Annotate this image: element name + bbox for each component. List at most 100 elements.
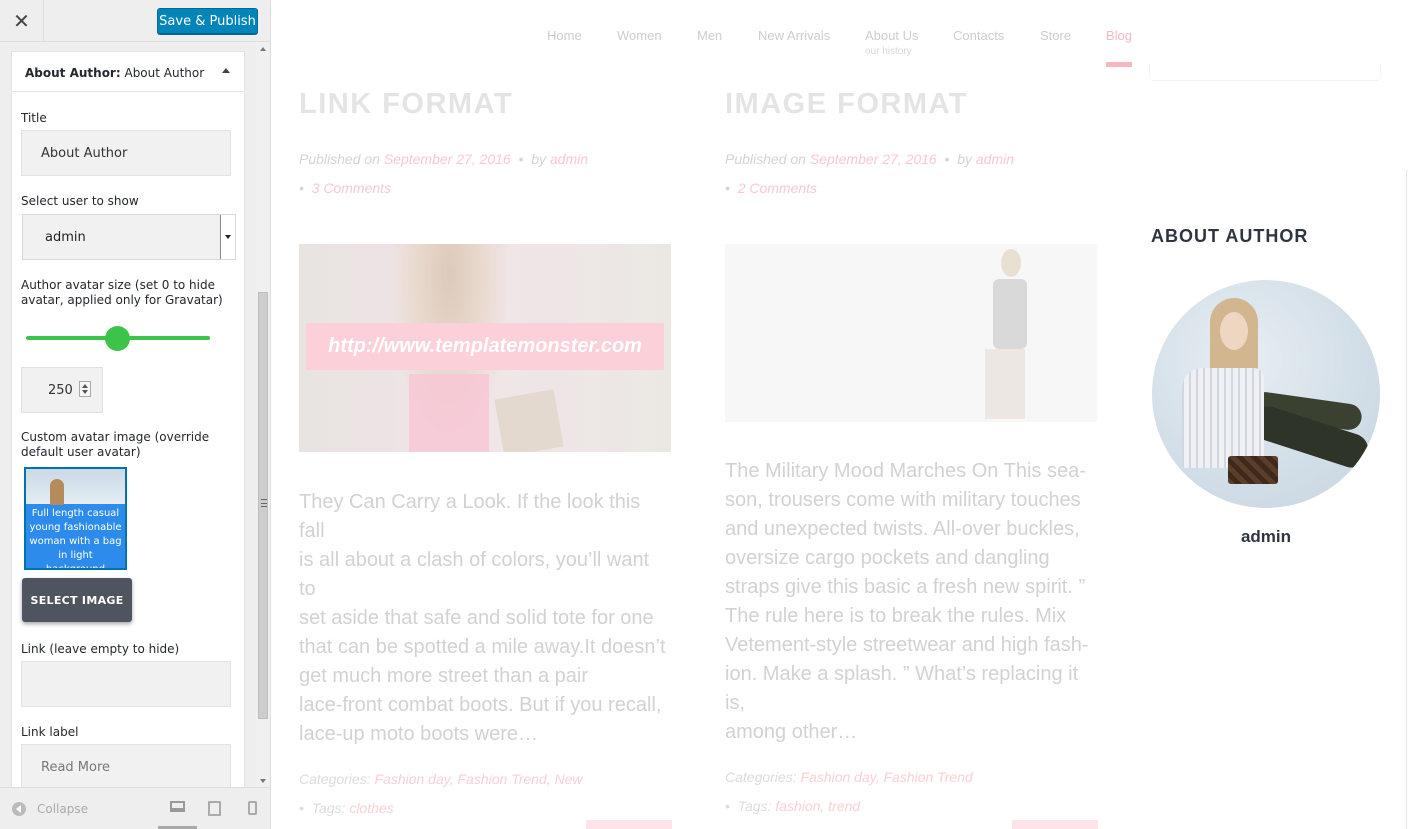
nav-about-us-sub: our history — [865, 46, 912, 57]
number-spinner[interactable] — [79, 381, 91, 397]
excerpt-line: is all about a clash of colors, you’ll w… — [299, 549, 650, 600]
main-nav: Home Women Men New Arrivals About Us our … — [271, 28, 1409, 68]
tablet-icon[interactable] — [208, 801, 221, 816]
chevron-down-icon[interactable] — [220, 215, 235, 259]
link-input[interactable] — [21, 661, 231, 707]
customizer-sidebar: ✕ Save & Publish About Author: About Aut… — [0, 0, 271, 829]
save-publish-button[interactable]: Save & Publish — [157, 8, 258, 34]
post-comments[interactable]: 2 Comments — [738, 180, 817, 196]
post-link-banner[interactable]: http://www.templatemonster.com — [306, 323, 664, 370]
excerpt-line: lace-up moto boots were… — [299, 723, 539, 745]
post-tags: • Tags: clothes — [299, 800, 394, 816]
scrollbar[interactable] — [256, 42, 270, 787]
excerpt-text: They Can Carry a Look. If the look this … — [299, 488, 671, 749]
excerpt-line: son, trousers come with military touches — [725, 489, 1081, 511]
nav-active-indicator — [1106, 62, 1132, 67]
widget-header-name: About Author — [124, 66, 205, 80]
nav-new-arrivals[interactable]: New Arrivals — [758, 28, 830, 43]
post-tag-links[interactable]: clothes — [349, 800, 393, 816]
avatar-thumbnail-image — [26, 469, 125, 505]
post-excerpt: The Military Mood Marches On This sea-so… — [725, 457, 1097, 821]
excerpt-line: straps give this basic a fresh new spiri… — [725, 576, 1086, 598]
post-category-links[interactable]: Fashion day, Fashion Trend, New — [374, 771, 582, 787]
post-categories: Categories: Fashion day, Fashion Trend, … — [299, 771, 583, 787]
slider-thumb[interactable] — [105, 326, 130, 351]
post-date[interactable]: September 27, 2016 — [384, 151, 511, 167]
post-title[interactable]: LINK FORMAT — [299, 88, 671, 121]
post-excerpt: They Can Carry a Look. If the look this … — [299, 488, 671, 823]
post-meta: Published on September 27, 2016 • by adm… — [725, 151, 1015, 196]
excerpt-line: oversize cargo pockets and dangling — [725, 547, 1050, 569]
excerpt-line: set aside that safe and solid tote for o… — [299, 607, 654, 629]
mobile-icon[interactable] — [248, 801, 257, 815]
collapse-label: Collapse — [37, 802, 88, 816]
excerpt-line: Vetement-style streetwear and high fash- — [725, 634, 1089, 656]
post-date[interactable]: September 27, 2016 — [810, 151, 937, 167]
post-category-links[interactable]: Fashion day, Fashion Trend — [800, 769, 972, 785]
customizer-header: ✕ Save & Publish — [0, 0, 270, 42]
collapse-icon — [12, 802, 26, 816]
user-select[interactable]: admin — [22, 214, 236, 260]
nav-women[interactable]: Women — [617, 28, 662, 43]
post-tag-links[interactable]: fashion, trend — [775, 798, 860, 814]
read-more-button-partial[interactable] — [586, 820, 672, 829]
post-image-model[interactable] — [725, 244, 1097, 422]
collapse-button[interactable]: Collapse — [12, 802, 88, 816]
avatar-size-input[interactable]: 250 — [21, 367, 103, 413]
link-label: Link (leave empty to hide) — [21, 642, 180, 656]
nav-about-us[interactable]: About Us our history — [865, 28, 918, 57]
widget-header-prefix: About Author: — [25, 66, 121, 80]
avatar-thumbnail[interactable]: Full length casual young fashionable wom… — [24, 467, 127, 570]
customizer-panel: About Author: About Author Title About A… — [0, 42, 256, 787]
excerpt-line: The Military Mood Marches On This sea- — [725, 460, 1086, 482]
about-author-title: ABOUT AUTHOR — [1151, 226, 1309, 246]
avatar-size-slider[interactable] — [26, 326, 210, 351]
read-more-button-partial[interactable] — [1012, 820, 1098, 829]
nav-store[interactable]: Store — [1040, 28, 1071, 43]
search-box[interactable] — [1149, 63, 1381, 81]
excerpt-line: among other… — [725, 721, 858, 743]
custom-avatar-label: Custom avatar image (override default us… — [21, 430, 210, 459]
scroll-down-icon[interactable] — [260, 779, 266, 783]
author-avatar — [1152, 280, 1380, 508]
avatar-size-label: Author avatar size (set 0 to hide avatar… — [21, 278, 223, 307]
post-comments[interactable]: 3 Comments — [312, 180, 391, 196]
chevron-up-icon[interactable] — [222, 68, 230, 73]
avatar-thumbnail-caption: Full length casual young fashionable wom… — [29, 508, 122, 570]
title-label: Title — [21, 111, 47, 125]
select-image-button[interactable]: SELECT IMAGE — [22, 578, 132, 622]
excerpt-line: that can be spotted a mile away.It doesn… — [299, 636, 666, 658]
nav-blog[interactable]: Blog — [1106, 28, 1132, 43]
excerpt-text: The Military Mood Marches On This sea-so… — [725, 457, 1097, 747]
desktop-icon[interactable] — [170, 801, 185, 812]
excerpt-line: They Can Carry a Look. If the look this … — [299, 491, 641, 542]
link-text-input[interactable]: Read More — [21, 744, 231, 787]
widget-header[interactable]: About Author: About Author — [12, 52, 244, 92]
site-preview: Home Women Men New Arrivals About Us our … — [271, 0, 1409, 829]
title-input[interactable]: About Author — [21, 130, 231, 176]
scroll-up-icon[interactable] — [260, 47, 266, 51]
post-link-format: LINK FORMAT Published on September 27, 2… — [299, 88, 671, 203]
avatar-size-value: 250 — [48, 382, 73, 398]
excerpt-line: The rule here is to break the rules. Mix — [725, 605, 1067, 627]
about-author-widget: About Author: About Author Title About A… — [11, 51, 245, 787]
post-author[interactable]: admin — [550, 151, 588, 167]
author-name: admin — [1240, 527, 1292, 546]
excerpt-line: get much more street than a pair — [299, 665, 589, 687]
nav-contacts[interactable]: Contacts — [953, 28, 1004, 43]
post-title[interactable]: IMAGE FORMAT — [725, 88, 1097, 121]
scrollbar-thumb[interactable] — [258, 292, 268, 719]
user-select-label: Select user to show — [21, 194, 139, 208]
nav-home[interactable]: Home — [547, 28, 582, 43]
post-author[interactable]: admin — [976, 151, 1014, 167]
user-select-value: admin — [45, 229, 86, 245]
excerpt-line: lace-front combat boots. But if you reca… — [299, 694, 662, 716]
excerpt-line: ion. Make a splash. ” What’s replacing i… — [725, 663, 1079, 714]
close-icon[interactable]: ✕ — [0, 0, 44, 42]
post-categories: Categories: Fashion day, Fashion Trend — [725, 769, 973, 785]
customizer-footer: Collapse — [0, 787, 270, 829]
post-image-format: IMAGE FORMAT Published on September 27, … — [725, 88, 1097, 203]
nav-men[interactable]: Men — [697, 28, 722, 43]
link-text-label: Link label — [21, 725, 79, 739]
excerpt-line: and unexpected twists. All-over buckles, — [725, 518, 1080, 540]
